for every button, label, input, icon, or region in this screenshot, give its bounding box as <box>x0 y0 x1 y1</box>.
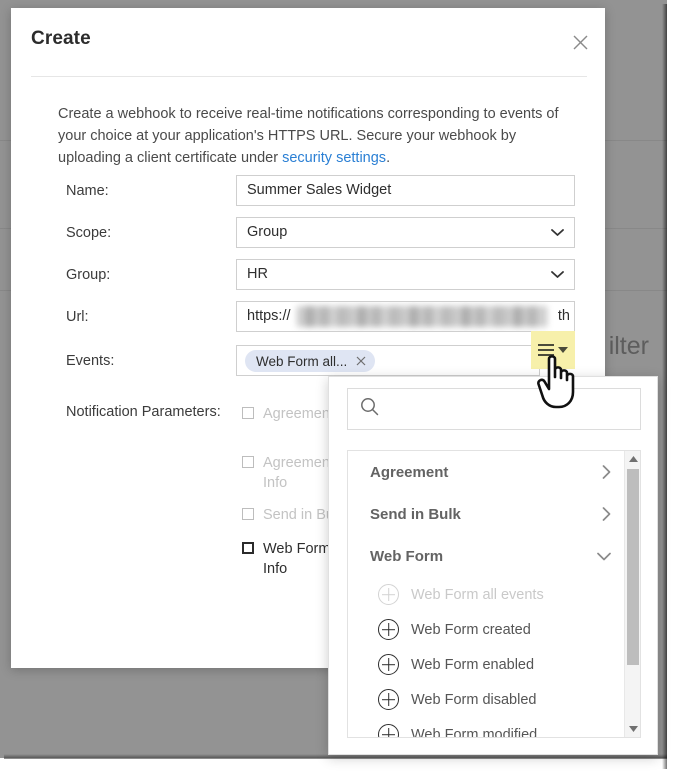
dropdown-group-label: Agreement <box>370 463 449 481</box>
chevron-right-icon <box>602 465 611 479</box>
url-label: Url: <box>66 309 89 325</box>
hamburger-menu-icon <box>538 341 554 359</box>
group-select-value: HR <box>247 266 268 282</box>
url-value-prefix: https:// <box>247 308 291 324</box>
plus-circle-icon <box>378 584 399 605</box>
events-label: Events: <box>66 353 115 369</box>
dropdown-list-inner: Agreement Send in Bulk Web Form Web Form… <box>348 451 625 737</box>
event-chip-label: Web Form all... <box>256 353 348 369</box>
group-select[interactable]: HR <box>236 259 575 290</box>
description-text-2: . <box>386 150 391 166</box>
plus-circle-icon <box>378 619 399 640</box>
caret-down-icon <box>558 347 568 353</box>
chevron-down-icon <box>597 552 611 561</box>
plus-circle-icon <box>378 689 399 710</box>
dropdown-option-web-form-enabled[interactable]: Web Form enabled <box>348 647 625 682</box>
triangle-up-icon[interactable] <box>625 451 640 467</box>
checkbox[interactable] <box>242 456 254 468</box>
plus-circle-icon <box>378 724 399 737</box>
page-right-margin <box>667 0 677 773</box>
search-icon <box>360 397 379 421</box>
dropdown-group-send-in-bulk[interactable]: Send in Bulk <box>348 493 625 535</box>
checkbox[interactable] <box>242 407 254 419</box>
checkbox[interactable] <box>242 508 254 520</box>
scope-label: Scope: <box>66 225 112 241</box>
dropdown-option-label: Web Form enabled <box>411 656 535 673</box>
dropdown-list: Agreement Send in Bulk Web Form Web Form… <box>347 450 641 738</box>
search-input[interactable] <box>388 400 622 418</box>
dropdown-search-box[interactable] <box>347 388 641 430</box>
dropdown-option-web-form-disabled[interactable]: Web Form disabled <box>348 682 625 717</box>
dropdown-option-web-form-created[interactable]: Web Form created <box>348 612 625 647</box>
dropdown-option-label: Web Form disabled <box>411 691 537 708</box>
checkbox[interactable] <box>242 542 254 554</box>
security-settings-link[interactable]: security settings <box>282 150 386 166</box>
url-redacted-region <box>297 306 547 327</box>
name-input[interactable]: Summer Sales Widget <box>236 175 575 206</box>
dropdown-option-label: Web Form all events <box>411 586 544 603</box>
dropdown-option-web-form-all-events[interactable]: Web Form all events <box>348 577 625 612</box>
notification-parameters-label: Notification Parameters: <box>66 404 221 420</box>
name-label: Name: <box>66 183 109 199</box>
background-filter-label: ilter <box>608 332 649 360</box>
url-input[interactable]: https:// th <box>236 301 575 332</box>
events-dropdown-panel: Agreement Send in Bulk Web Form Web Form… <box>328 376 658 755</box>
group-label: Group: <box>66 267 111 283</box>
events-input[interactable]: Web Form all... <box>236 345 540 376</box>
dropdown-option-web-form-modified[interactable]: Web Form modified <box>348 717 625 738</box>
screen: ilter Create Create a webhook to receive… <box>0 0 677 773</box>
dropdown-option-label: Web Form created <box>411 621 531 638</box>
scrollbar-thumb[interactable] <box>627 469 639 665</box>
scope-select-value: Group <box>247 224 288 240</box>
dialog-description: Create a webhook to receive real-time no… <box>58 103 568 169</box>
plus-circle-icon <box>378 654 399 675</box>
close-icon[interactable] <box>356 354 366 368</box>
dropdown-group-agreement[interactable]: Agreement <box>348 451 625 493</box>
triangle-down-icon[interactable] <box>625 721 640 737</box>
dropdown-group-label: Send in Bulk <box>370 505 461 523</box>
events-menu-button[interactable] <box>531 331 575 369</box>
scope-select[interactable]: Group <box>236 217 575 248</box>
page-title: Create <box>31 28 91 49</box>
dropdown-option-label: Web Form modified <box>411 726 538 738</box>
url-value-suffix: th <box>557 308 570 324</box>
chevron-right-icon <box>602 507 611 521</box>
chevron-down-icon <box>551 260 564 289</box>
header-divider <box>31 76 587 77</box>
chevron-down-icon <box>551 218 564 247</box>
dropdown-group-web-form[interactable]: Web Form <box>348 535 625 577</box>
dialog-header: Create <box>11 8 605 66</box>
close-icon[interactable] <box>568 30 592 54</box>
event-chip[interactable]: Web Form all... <box>245 350 376 372</box>
dropdown-group-label: Web Form <box>370 547 444 565</box>
dropdown-scrollbar[interactable] <box>624 451 640 737</box>
